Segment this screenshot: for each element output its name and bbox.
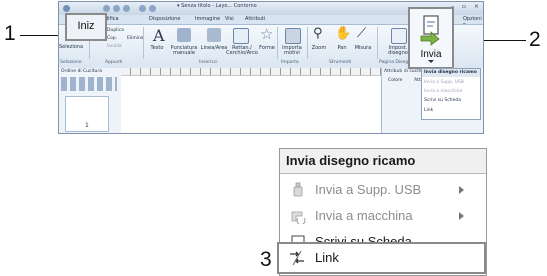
window-controls[interactable]: – ▫ × (451, 3, 482, 10)
usb-icon (293, 182, 303, 197)
select-button-label[interactable]: Seleziona (59, 45, 83, 50)
group-separator (377, 27, 378, 59)
rect-circle-icon[interactable] (233, 28, 249, 44)
send-design-icon (420, 15, 440, 46)
star-icon[interactable]: ☆ (260, 25, 273, 43)
submenu-arrow-icon (459, 186, 464, 194)
zoom-button-label[interactable]: Zoom (309, 46, 329, 51)
tab-visualizza[interactable]: Visi (225, 16, 234, 22)
machine-icon (291, 211, 306, 224)
stitch-order-toolbar[interactable] (61, 77, 117, 91)
send-menu-mini-header: Invia disegno ricamo (422, 69, 480, 77)
pan-button-label[interactable]: Pan (333, 46, 351, 51)
shapes-button-label[interactable]: Forme (257, 46, 277, 51)
mini-menu-item-card[interactable]: Scrivi su Scheda (424, 98, 461, 103)
undo-icon[interactable] (139, 5, 146, 12)
send-design-menu-header: Invia disegno ricamo (280, 149, 486, 174)
window-title: ▾ Senza titolo - Layo... Contorno (177, 3, 257, 9)
copia-button[interactable]: Cop. (107, 36, 117, 41)
duplica-button[interactable]: Duplica (107, 28, 124, 33)
group-label-inserisci: Inserisci (199, 60, 218, 65)
measure-button-label[interactable]: Misura (353, 46, 373, 51)
callout-number-2: 2 (529, 28, 541, 51)
tab-modifica[interactable]: difica (105, 16, 119, 22)
menu-item-send-machine-label: Invia a macchina (315, 208, 413, 223)
rect-circle-button-label[interactable]: Rettan./ Cerchio/Arco (225, 46, 259, 56)
new-file-icon[interactable] (103, 5, 110, 12)
menu-item-link[interactable]: Link (277, 242, 486, 274)
tab-immagine[interactable]: Immagine (195, 16, 220, 22)
stitch-order-number: 1 (85, 122, 89, 129)
send-design-menu-title: Invia disegno ricamo (286, 153, 416, 168)
group-label-strumenti: Strumenti (329, 60, 352, 65)
group-separator (277, 27, 278, 59)
design-settings-icon[interactable] (391, 28, 407, 44)
line-area-icon[interactable] (207, 28, 221, 42)
mini-menu-item-usb[interactable]: Invia a Supp. USB (424, 80, 464, 85)
chevron-down-icon (428, 60, 434, 63)
submenu-arrow-icon (459, 212, 464, 220)
text-button-label[interactable]: Testo (147, 46, 167, 51)
ruler (121, 68, 381, 76)
home-button[interactable]: Iniz (65, 13, 107, 41)
callout-number-3: 3 (260, 248, 272, 271)
punciatura-button-label[interactable]: Punciatura manuale (167, 46, 201, 56)
group-separator (143, 27, 144, 59)
import-icon[interactable] (285, 28, 301, 44)
group-label-selezione: Selezione (60, 60, 82, 65)
tab-attributi[interactable]: Attributi (245, 16, 265, 22)
mini-menu-item-link[interactable]: Link (424, 108, 433, 113)
send-button-label: Invia (420, 49, 442, 60)
zoom-icon[interactable]: ⚲ (313, 26, 323, 41)
import-button-label[interactable]: Importa motivi (279, 46, 305, 56)
send-button[interactable]: Invia (408, 7, 454, 69)
group-label-appunti: Appunti (105, 60, 123, 65)
send-menu-mini: Invia disegno ricamo Invia a Supp. USB I… (421, 68, 481, 120)
incolla-button[interactable]: Incolla (107, 44, 122, 49)
menu-item-send-machine[interactable]: Invia a macchina (280, 203, 486, 229)
elimina-button[interactable]: Elimina (127, 36, 144, 41)
menu-item-send-usb-label: Invia a Supp. USB (315, 182, 422, 197)
pan-hand-icon[interactable]: ✋ (335, 26, 351, 41)
design-canvas[interactable] (121, 68, 381, 133)
app-orb-icon[interactable] (63, 5, 70, 12)
home-button-label: Iniz (77, 20, 95, 32)
menu-item-link-label: Link (315, 250, 339, 265)
tab-colore[interactable]: Colore (388, 78, 402, 83)
text-icon[interactable]: A (153, 26, 165, 45)
punciatura-icon[interactable] (177, 28, 191, 42)
group-label-importa: Importa (281, 60, 299, 65)
tab-disposizione[interactable]: Disposizione (149, 16, 180, 22)
open-file-icon[interactable] (113, 5, 120, 12)
measure-icon[interactable]: ⟋ (357, 26, 366, 41)
stitch-order-title: Ordine di Cucitura (61, 69, 102, 74)
redo-icon[interactable] (149, 5, 156, 12)
mini-menu-item-machine[interactable]: Invia a macchina (424, 89, 462, 94)
save-file-icon[interactable] (123, 5, 130, 12)
callout-number-1: 1 (4, 22, 16, 45)
menu-item-send-usb[interactable]: Invia a Supp. USB (280, 177, 486, 203)
group-separator (307, 27, 308, 59)
stitch-order-panel: Ordine di Cucitura 1 (59, 68, 122, 133)
link-icon (290, 250, 304, 266)
